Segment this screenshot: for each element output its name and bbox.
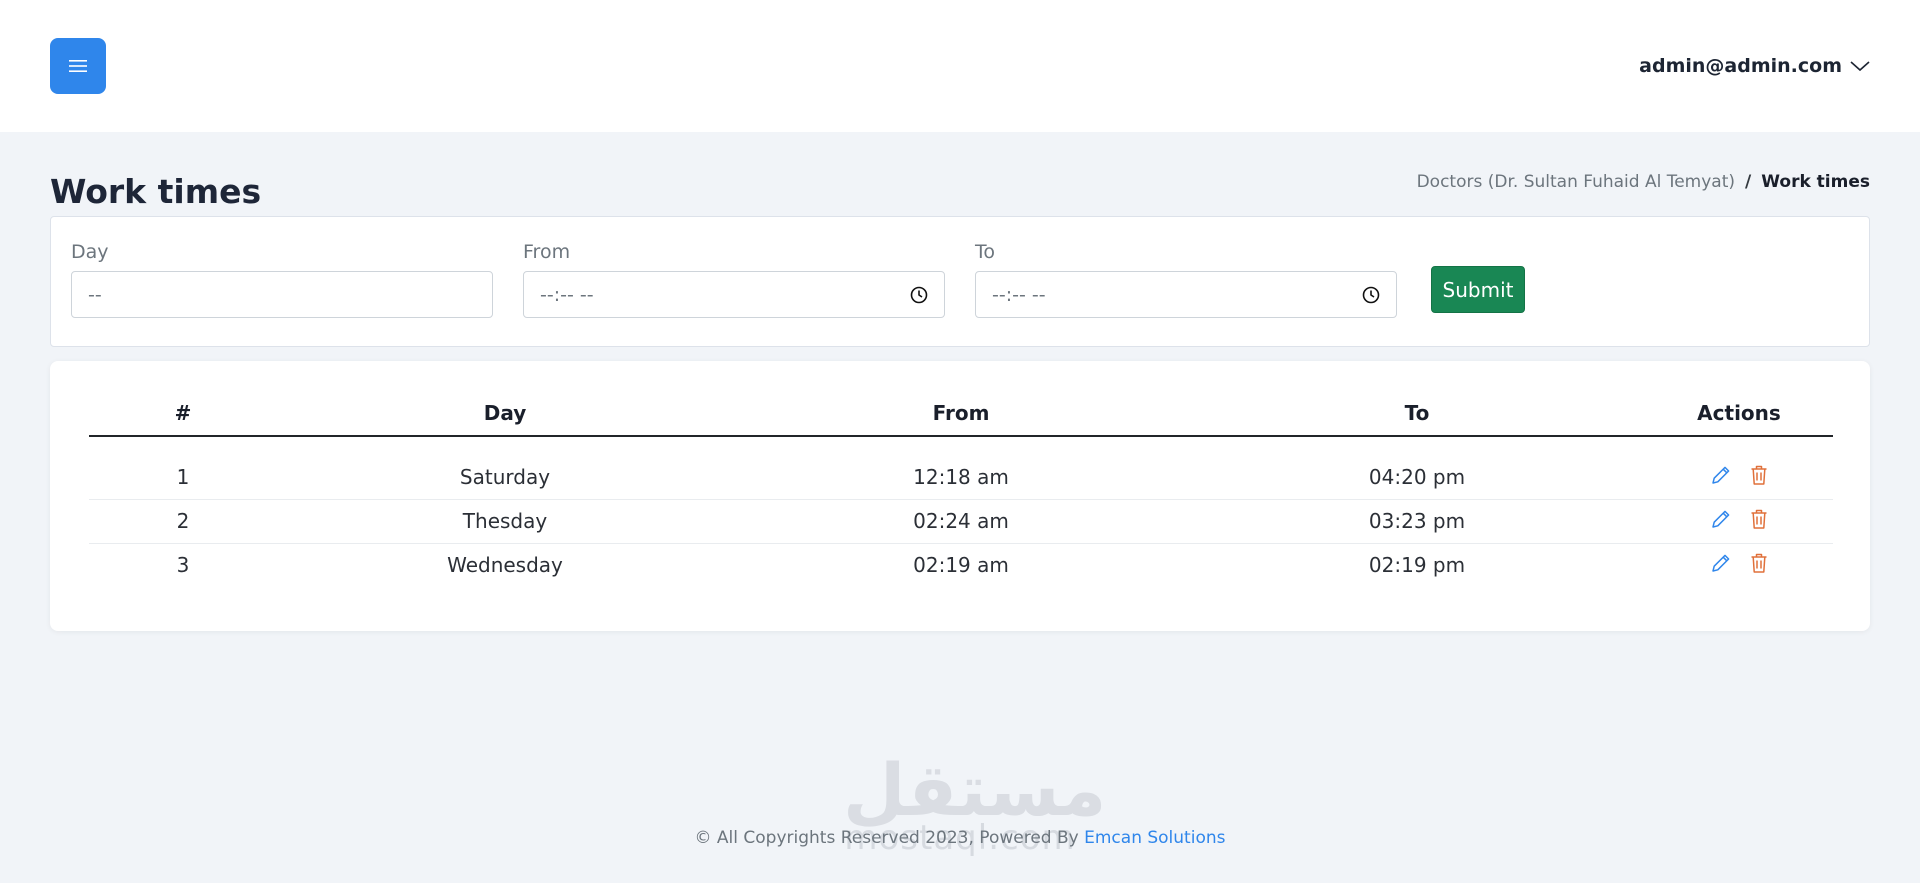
cell-to: 03:23 pm — [1189, 499, 1645, 544]
cell-from: 02:19 am — [913, 553, 1009, 578]
cell-number: 2 — [89, 499, 277, 544]
trash-icon[interactable] — [1750, 552, 1768, 574]
chevron-down-icon — [1850, 60, 1870, 72]
day-field: Day -- — [71, 241, 493, 318]
day-value: -- — [88, 283, 102, 306]
to-label: To — [975, 241, 996, 263]
cell-from: 12:18 am — [733, 436, 1189, 500]
from-time-input[interactable]: --:-- -- — [523, 271, 945, 318]
menu-toggle-button[interactable] — [50, 38, 106, 94]
footer-company-link[interactable]: Emcan Solutions — [1084, 828, 1225, 848]
header-number: # — [89, 391, 277, 437]
footer-copyright: © All Copyrights Reserved 2023, Powered … — [694, 828, 1079, 848]
clock-icon[interactable] — [910, 286, 928, 304]
table-row: 2 Thesday 02:24 am 03:23 pm — [89, 499, 1833, 544]
pencil-icon[interactable] — [1710, 464, 1732, 486]
hamburger-icon — [69, 59, 87, 73]
header-actions: Actions — [1645, 391, 1833, 437]
cell-from: 02:24 am — [733, 499, 1189, 544]
top-bar: admin@admin.com — [0, 0, 1920, 132]
footer: © All Copyrights Reserved 2023, Powered … — [0, 828, 1920, 848]
day-label: Day — [71, 241, 109, 263]
breadcrumb-separator: / — [1745, 172, 1752, 192]
pencil-icon[interactable] — [1710, 552, 1732, 574]
cell-to: 02:19 pm — [1368, 553, 1466, 578]
work-time-form: Day -- From --:-- -- To --:-- -- Submit — [50, 216, 1870, 347]
cell-number: 3 — [176, 553, 190, 578]
user-menu[interactable]: admin@admin.com — [1639, 52, 1870, 80]
cell-number: 1 — [89, 436, 277, 500]
from-label: From — [523, 241, 571, 263]
from-value: --:-- -- — [540, 283, 594, 306]
trash-icon[interactable] — [1750, 508, 1768, 530]
clock-icon[interactable] — [1362, 286, 1380, 304]
cell-actions — [1645, 499, 1833, 544]
to-value: --:-- -- — [992, 283, 1046, 306]
breadcrumb: Doctors (Dr. Sultan Fuhaid Al Temyat) / … — [1417, 172, 1870, 192]
breadcrumb-current: Work times — [1761, 172, 1870, 192]
work-times-table-card: # Day From To Actions 1 Saturday 12:18 a… — [50, 361, 1870, 631]
pencil-icon[interactable] — [1710, 508, 1732, 530]
page-title: Work times — [50, 172, 262, 211]
cell-day: Saturday — [277, 436, 733, 500]
to-field: To --:-- -- — [975, 241, 1397, 318]
cell-day: Wednesday — [447, 553, 563, 578]
table-row: 3 Wednesday 02:19 am 02:19 pm — [89, 543, 1833, 587]
from-field: From --:-- -- — [523, 241, 945, 318]
breadcrumb-parent-link[interactable]: Doctors (Dr. Sultan Fuhaid Al Temyat) — [1417, 172, 1735, 192]
user-email: admin@admin.com — [1639, 55, 1842, 77]
trash-icon[interactable] — [1750, 464, 1768, 486]
header-day: Day — [277, 391, 733, 437]
to-time-input[interactable]: --:-- -- — [975, 271, 1397, 318]
work-times-table: # Day From To Actions 1 Saturday 12:18 a… — [89, 391, 1833, 587]
day-select[interactable]: -- — [71, 271, 493, 318]
cell-day: Thesday — [277, 499, 733, 544]
table-row: 1 Saturday 12:18 am 04:20 pm — [89, 436, 1833, 500]
submit-button[interactable]: Submit — [1431, 266, 1525, 313]
header-to: To — [1189, 391, 1645, 437]
cell-to: 04:20 pm — [1189, 436, 1645, 500]
table-header-row: # Day From To Actions — [89, 391, 1833, 437]
cell-actions — [1645, 543, 1833, 587]
cell-actions — [1645, 436, 1833, 500]
header-from: From — [733, 391, 1189, 437]
